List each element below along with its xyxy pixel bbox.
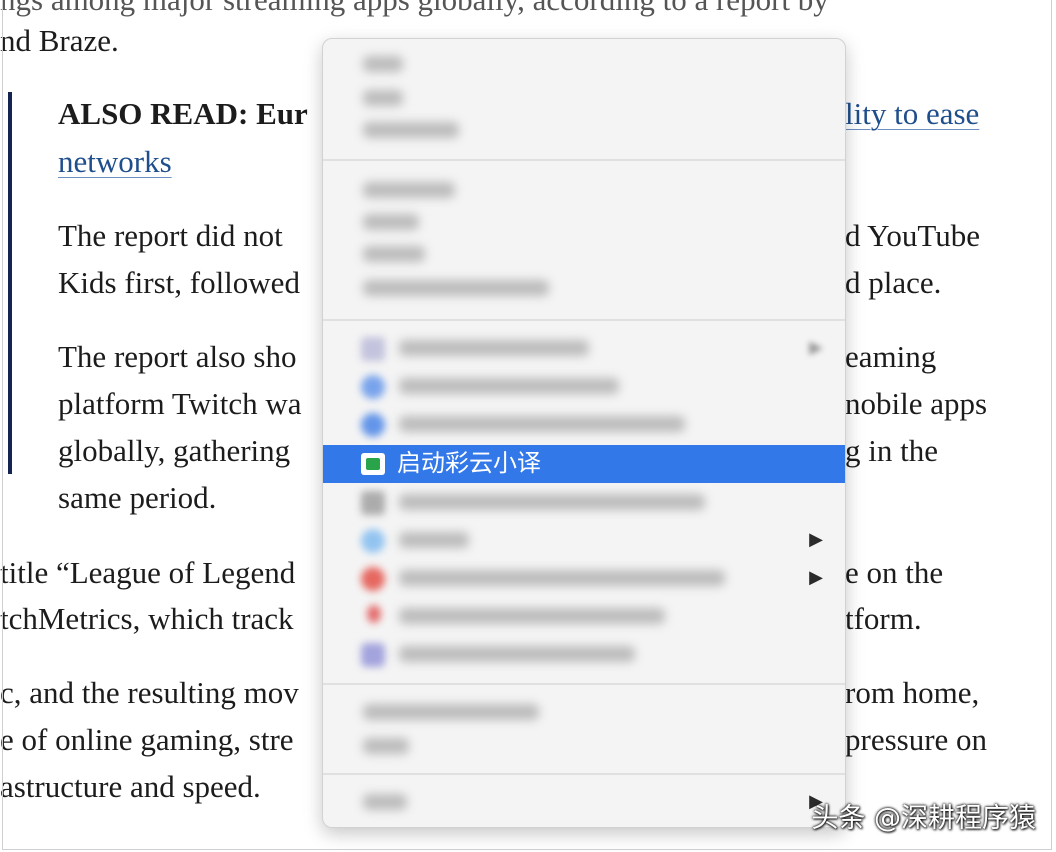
menu-item-label: 启动彩云小译: [397, 450, 541, 477]
extension-icon: [361, 643, 385, 667]
article-line: The report also sho: [58, 339, 297, 374]
article-line: Kids first, followed: [58, 265, 300, 300]
submenu-arrow-icon: ▶: [809, 529, 823, 549]
menu-item-blurred-submenu[interactable]: ▶: [323, 783, 845, 821]
caiyun-translate-icon: [361, 453, 385, 475]
watermark: 头条 @深耕程序猿: [811, 803, 1036, 834]
context-menu: ▶ 启动彩云小译 ▶ ▶ ▶: [322, 38, 846, 828]
menu-item-blurred[interactable]: [323, 269, 845, 307]
article-line: platform Twitch wa: [58, 386, 302, 421]
menu-item-blurred[interactable]: [323, 693, 845, 731]
article-line: nd Braze.: [0, 23, 119, 58]
article-line: d YouTube: [845, 218, 980, 253]
article-line: tform.: [845, 601, 922, 636]
article-line: The report did not: [58, 218, 283, 253]
extension-icon: [361, 337, 385, 361]
article-line: nobile apps: [845, 386, 988, 421]
also-read-label: ALSO READ: Eur: [58, 96, 308, 131]
extension-icon: [361, 413, 385, 437]
article-line: g in the: [845, 433, 938, 468]
article-line: globally, gathering: [58, 433, 291, 468]
article-line: e on the: [845, 555, 944, 590]
also-read-link-wrap[interactable]: networks: [58, 144, 172, 180]
article-line: eaming: [845, 339, 937, 374]
menu-separator: [323, 683, 845, 685]
menu-item-blurred[interactable]: [323, 727, 845, 765]
menu-item-extension[interactable]: [323, 597, 845, 635]
menu-item-extension[interactable]: ▶: [323, 329, 845, 367]
extension-icon: [367, 605, 381, 623]
blockquote-bar: [8, 92, 12, 474]
article-line: e of online gaming, stre: [0, 722, 294, 757]
also-read-link[interactable]: lity to ease: [845, 96, 979, 132]
extension-icon: [361, 529, 385, 553]
chevron-right-icon: ▶: [809, 337, 823, 357]
article-line: tchMetrics, which track: [0, 601, 294, 636]
article-line: title “League of Legend: [0, 555, 296, 590]
menu-separator: [323, 773, 845, 775]
article-line-cut-top: ngs among major streaming apps globally,…: [0, 0, 829, 18]
menu-item-extension[interactable]: [323, 367, 845, 405]
extension-icon: [361, 375, 385, 399]
article-line: pressure on: [845, 722, 988, 757]
extension-icon: [361, 491, 385, 515]
menu-item-blurred[interactable]: [323, 45, 845, 83]
menu-separator: [323, 319, 845, 321]
menu-item-blurred[interactable]: [323, 111, 845, 149]
article-line: rom home,: [845, 675, 980, 710]
menu-item-extension-submenu[interactable]: ▶: [323, 521, 845, 559]
menu-separator: [323, 159, 845, 161]
article-line: astructure and speed.: [0, 769, 261, 804]
article-line: c, and the resulting mov: [0, 675, 299, 710]
menu-item-extension-submenu[interactable]: ▶: [323, 559, 845, 597]
extension-icon: [361, 567, 385, 591]
menu-item-extension[interactable]: [323, 405, 845, 443]
submenu-arrow-icon: ▶: [809, 567, 823, 587]
article-line: d place.: [845, 265, 942, 300]
menu-item-caiyun-translate[interactable]: 启动彩云小译: [323, 445, 845, 483]
menu-item-extension[interactable]: [323, 635, 845, 673]
menu-item-blurred[interactable]: [323, 235, 845, 273]
article-line: same period.: [58, 480, 217, 515]
menu-item-extension[interactable]: [323, 483, 845, 521]
